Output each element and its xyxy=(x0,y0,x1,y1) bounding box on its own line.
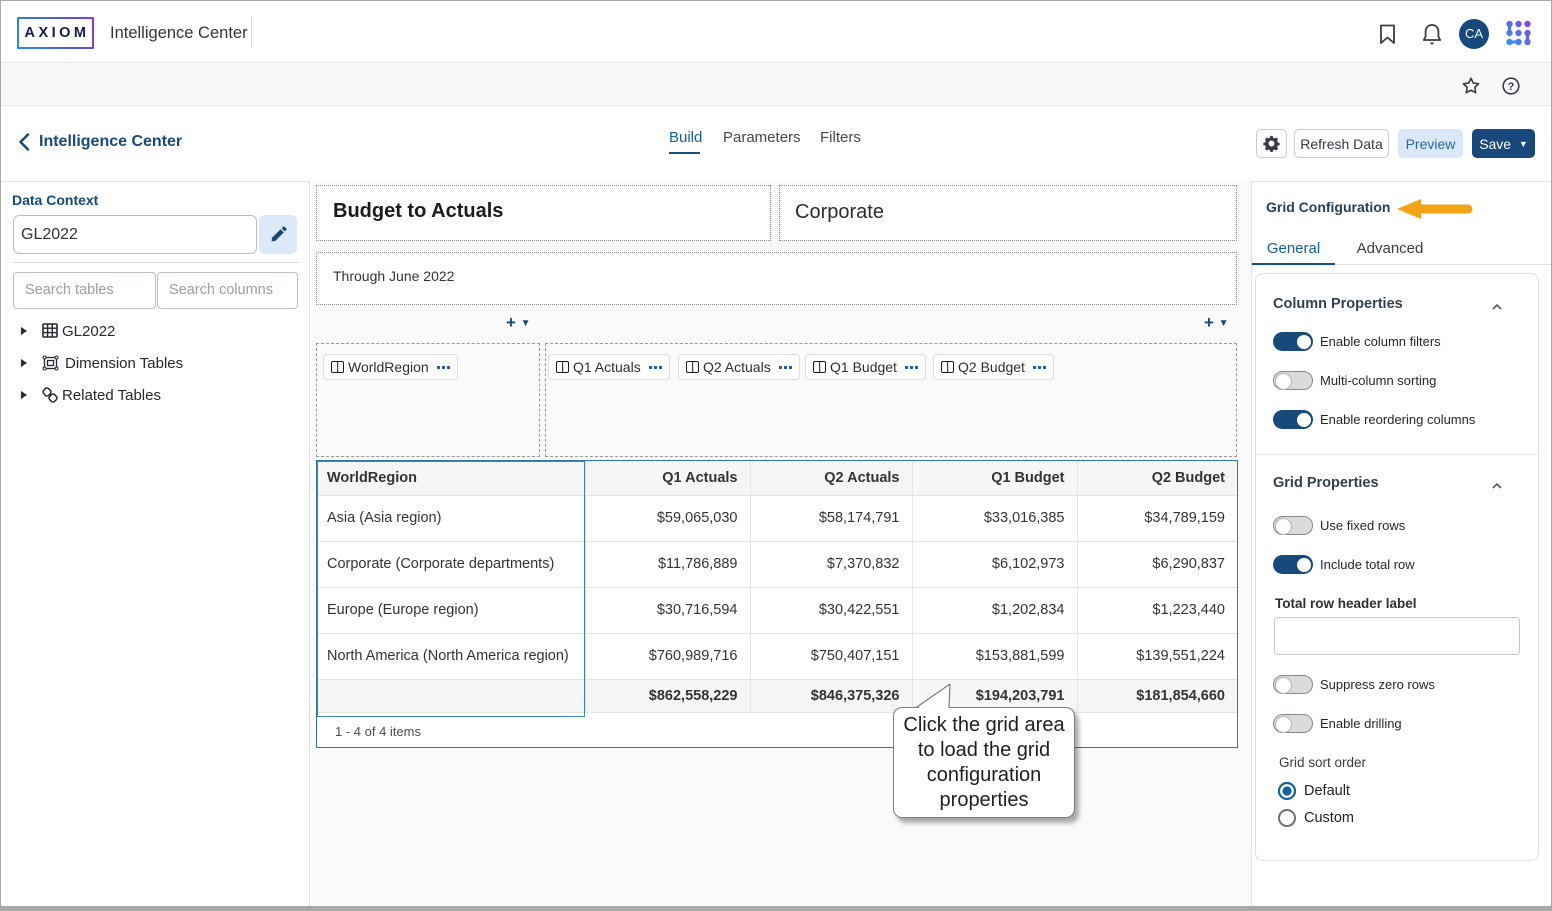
svg-text:?: ? xyxy=(1508,81,1515,93)
